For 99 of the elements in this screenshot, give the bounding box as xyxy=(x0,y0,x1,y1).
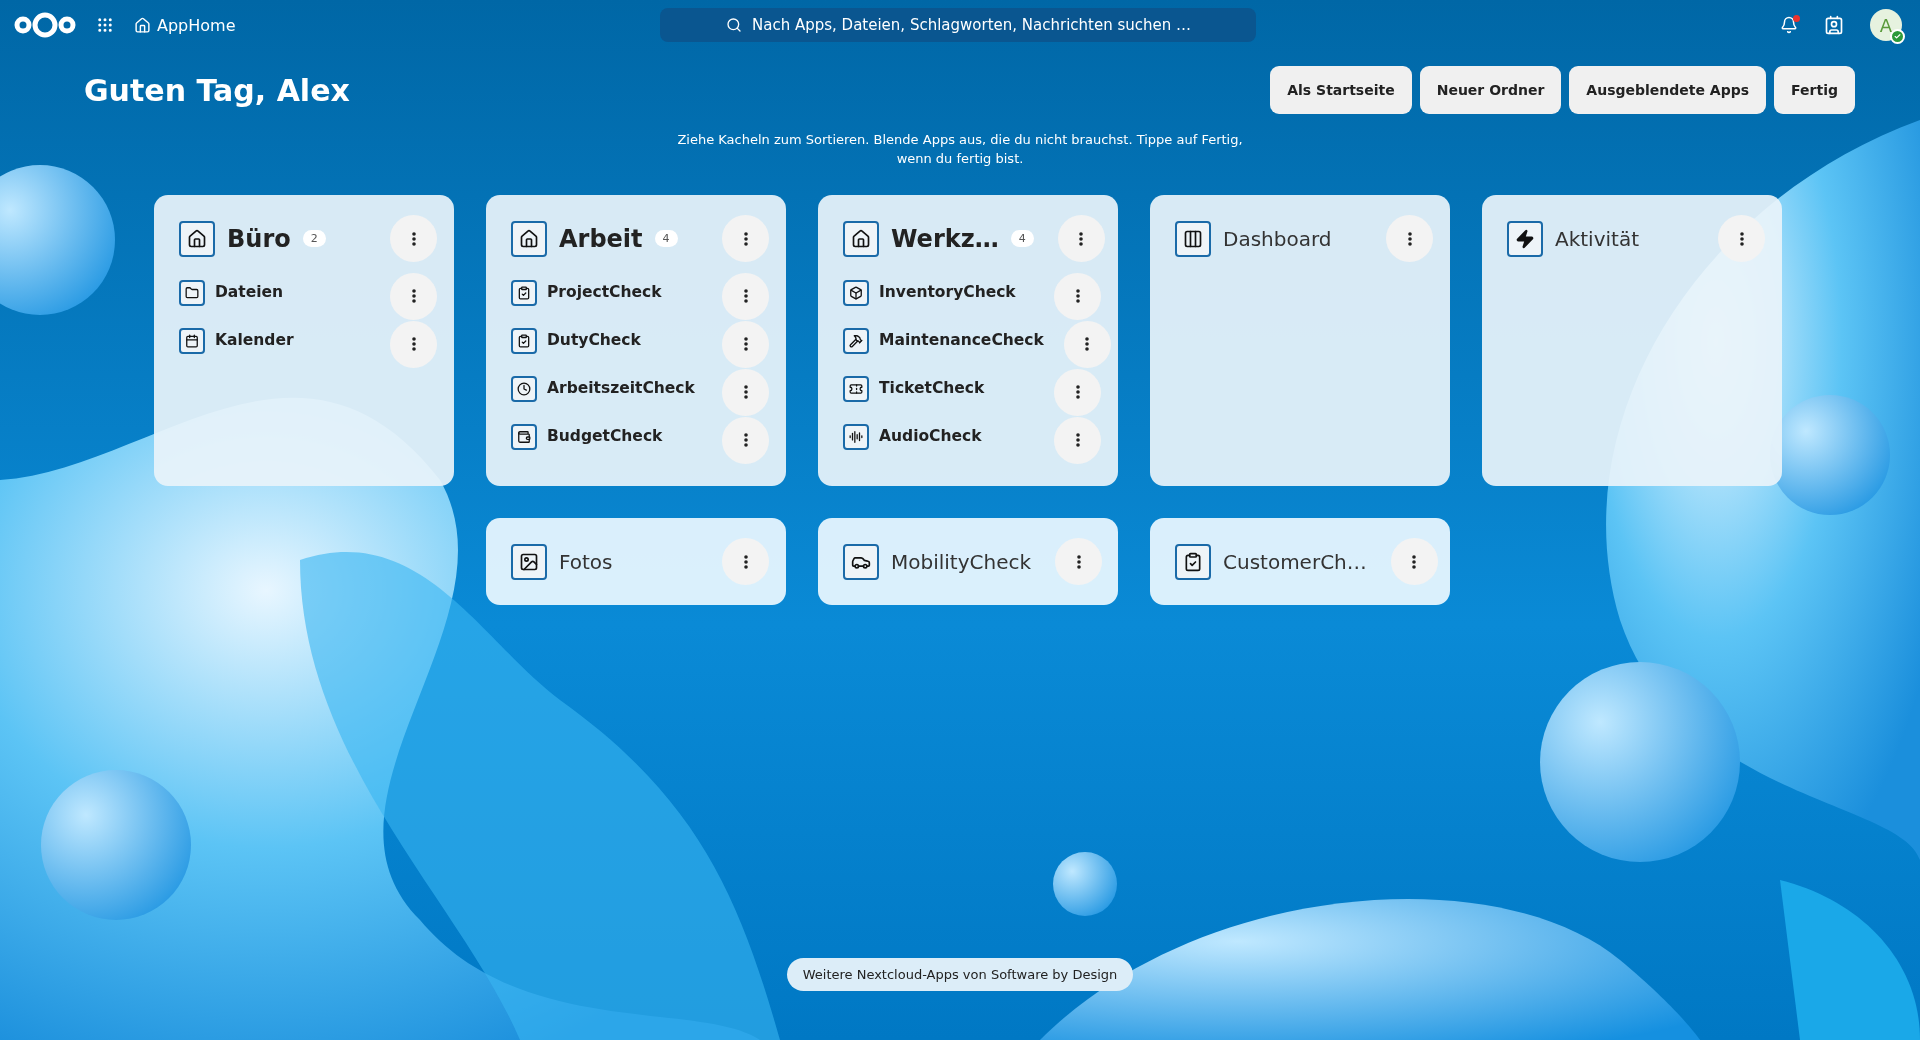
app-title: CustomerCh… xyxy=(1223,549,1367,574)
audio-lines-icon xyxy=(843,424,869,450)
more-button[interactable] xyxy=(1386,215,1433,262)
app-count: 4 xyxy=(1010,230,1034,247)
box-icon xyxy=(843,280,869,306)
house-icon xyxy=(843,220,879,257)
app-link[interactable]: ArbeitszeitCheck xyxy=(547,379,695,397)
more-vertical-icon xyxy=(1085,337,1090,351)
greeting-title: Guten Tag, Alex xyxy=(84,72,350,108)
clipboard-check-icon xyxy=(511,280,537,306)
more-button[interactable] xyxy=(1054,416,1101,464)
folder-title: Werkz… xyxy=(891,224,999,253)
hammer-icon xyxy=(843,328,869,354)
app-link[interactable]: Dateien xyxy=(215,283,284,301)
more-button[interactable] xyxy=(390,320,437,368)
app-title: MobilityCheck xyxy=(891,549,1032,574)
folder-title: Büro xyxy=(227,224,291,253)
columns-icon xyxy=(1175,220,1211,257)
more-vertical-icon xyxy=(1739,231,1744,246)
app-link[interactable]: InventoryCheck xyxy=(879,283,1016,301)
app-tile[interactable]: MobilityCheck xyxy=(818,518,1118,605)
search-icon xyxy=(726,17,742,33)
more-vertical-icon xyxy=(1079,231,1084,246)
more-button[interactable] xyxy=(1057,215,1105,262)
app-menu-icon[interactable] xyxy=(96,16,114,34)
more-button[interactable] xyxy=(722,320,769,368)
more-vertical-icon xyxy=(743,231,748,246)
more-button[interactable] xyxy=(1054,368,1101,416)
more-vertical-icon xyxy=(411,289,416,303)
app-link[interactable]: DutyCheck xyxy=(547,331,641,349)
more-vertical-icon xyxy=(1412,554,1417,569)
more-vertical-icon xyxy=(1407,231,1412,246)
more-vertical-icon xyxy=(1075,289,1080,303)
header-button[interactable]: Neuer Ordner xyxy=(1419,66,1562,114)
search-field[interactable]: Nach Apps, Dateien, Schlagworten, Nachrichten suchen … xyxy=(660,8,1256,42)
image-icon xyxy=(511,543,547,580)
app-link[interactable]: Kalender xyxy=(215,331,294,349)
more-button[interactable] xyxy=(722,416,769,464)
folder-icon xyxy=(179,280,205,306)
folder-title: Arbeit xyxy=(559,224,643,253)
more-button[interactable] xyxy=(1055,538,1103,585)
house-icon xyxy=(511,220,547,257)
more-button[interactable] xyxy=(722,538,769,585)
app-title: Fotos xyxy=(559,549,613,574)
logo-icon[interactable] xyxy=(14,11,76,39)
app-tile[interactable]: Dashboard xyxy=(1150,195,1450,486)
more-button[interactable] xyxy=(1054,272,1101,320)
wallet-icon xyxy=(511,424,537,450)
app-link[interactable]: MaintenanceCheck xyxy=(879,331,1044,349)
more-button[interactable] xyxy=(1063,320,1111,368)
more-vertical-icon xyxy=(411,337,416,351)
app-tile[interactable]: Aktivität xyxy=(1482,195,1782,486)
more-vertical-icon xyxy=(743,433,748,447)
more-vertical-icon xyxy=(743,289,748,303)
folder-tile[interactable]: Arbeit 4 ProjectCheck DutyCheck ArbeitszeitCheck BudgetCheck xyxy=(486,195,786,486)
more-button[interactable] xyxy=(1390,538,1438,585)
more-vertical-icon xyxy=(1075,433,1080,447)
folder-tile[interactable]: Büro 2 Dateien Kalender xyxy=(154,195,454,486)
more-vertical-icon xyxy=(743,337,748,351)
app-title: Aktivität xyxy=(1555,226,1639,251)
app-count: 2 xyxy=(302,230,326,247)
notifications-icon[interactable] xyxy=(1780,16,1798,34)
clock-icon xyxy=(511,376,537,402)
more-vertical-icon xyxy=(743,385,748,399)
calendar-icon xyxy=(179,328,205,354)
app-tile[interactable]: Fotos xyxy=(486,518,786,605)
ticket-icon xyxy=(843,376,869,402)
app-tile[interactable]: CustomerCh… xyxy=(1150,518,1450,605)
more-button[interactable] xyxy=(390,215,437,262)
more-button[interactable] xyxy=(722,272,769,320)
app-link[interactable]: TicketCheck xyxy=(879,379,985,397)
clipboard-check-icon xyxy=(1175,543,1211,580)
hint-text: Ziehe Kacheln zum Sortieren. Blende Apps aus, die du nicht brauchst. Tippe auf Fertig, wenn du fertig bist. xyxy=(676,131,1244,168)
contacts-icon[interactable] xyxy=(1824,15,1844,35)
more-button[interactable] xyxy=(722,215,769,262)
car-icon xyxy=(843,543,879,580)
app-link[interactable]: BudgetCheck xyxy=(547,427,663,445)
more-vertical-icon xyxy=(411,231,416,246)
more-button[interactable] xyxy=(722,368,769,416)
house-icon xyxy=(179,220,215,257)
more-button[interactable] xyxy=(390,272,437,320)
app-link[interactable]: ProjectCheck xyxy=(547,283,662,301)
more-vertical-icon xyxy=(1075,385,1080,399)
lightning-icon xyxy=(1507,220,1543,257)
app-link[interactable]: AudioCheck xyxy=(879,427,982,445)
house-icon xyxy=(134,16,151,34)
clipboard-check-icon xyxy=(511,328,537,354)
folder-tile[interactable]: Werkz… 4 InventoryCheck MaintenanceCheck TicketCheck AudioCheck xyxy=(818,195,1118,486)
header-button[interactable]: Ausgeblendete Apps xyxy=(1569,66,1767,114)
more-vertical-icon xyxy=(743,554,748,569)
app-home-link[interactable]: AppHome xyxy=(134,15,236,35)
app-count: 4 xyxy=(654,230,678,247)
more-apps-link[interactable]: Weitere Nextcloud-Apps von Software by Design xyxy=(786,958,1134,991)
app-name: AppHome xyxy=(157,15,236,35)
more-vertical-icon xyxy=(1076,554,1081,569)
header-button[interactable]: Fertig xyxy=(1774,66,1855,114)
more-button[interactable] xyxy=(1718,215,1765,262)
app-title: Dashboard xyxy=(1223,226,1332,251)
header-button[interactable]: Als Startseite xyxy=(1270,66,1412,114)
